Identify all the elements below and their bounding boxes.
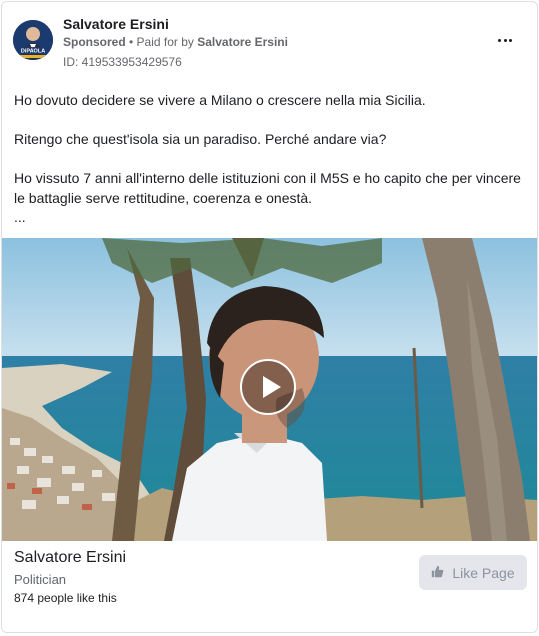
avatar-image: DiPAOLA (13, 20, 53, 60)
avatar[interactable]: DiPAOLA (13, 20, 53, 60)
more-options-button[interactable] (493, 32, 517, 48)
ad-body-text: Ho dovuto decidere se vivere a Milano o … (14, 90, 529, 224)
body-paragraph-2: Ritengo che quest'isola sia un paradiso.… (14, 131, 387, 147)
more-horizontal-icon (497, 38, 501, 42)
page-name[interactable]: Salvatore Ersini (63, 16, 169, 32)
footer-category: Politician (14, 572, 67, 587)
footer-page-name[interactable]: Salvatore Ersini (14, 549, 126, 567)
video-player[interactable] (2, 238, 537, 541)
ad-id: ID: 419533953429576 (63, 55, 182, 69)
ad-header: DiPAOLA Salvatore Ersini Sponsored • Pai… (2, 2, 537, 74)
play-button[interactable] (240, 359, 296, 415)
thumbs-up-icon (431, 565, 444, 581)
play-icon (263, 376, 281, 398)
paid-for-by-name: Salvatore Ersini (197, 35, 288, 49)
body-paragraph-1: Ho dovuto decidere se vivere a Milano o … (14, 92, 426, 108)
sponsored-line: Sponsored • Paid for by Salvatore Ersini (63, 35, 288, 49)
ad-card: DiPAOLA Salvatore Ersini Sponsored • Pai… (1, 1, 538, 633)
separator: • (125, 35, 137, 49)
body-paragraph-3: Ho vissuto 7 anni all'interno delle isti… (14, 170, 521, 206)
paid-for-prefix: Paid for by (136, 35, 198, 49)
footer-like-count: 874 people like this (14, 591, 117, 605)
ad-footer: Salvatore Ersini Politician 874 people l… (2, 541, 537, 632)
avatar-logo-text: DiPAOLA (21, 49, 45, 55)
see-more-ellipsis[interactable]: ... (14, 210, 529, 224)
like-page-button[interactable]: Like Page (419, 555, 527, 590)
like-page-label: Like Page (452, 564, 515, 581)
sponsored-label: Sponsored (63, 35, 126, 49)
